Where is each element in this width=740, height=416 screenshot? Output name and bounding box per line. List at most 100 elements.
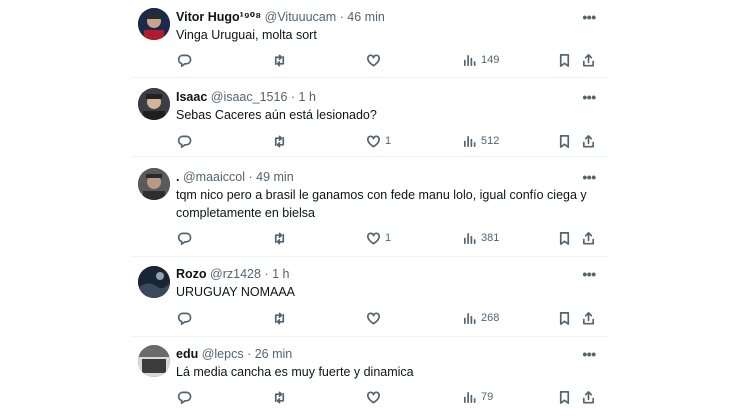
- author-handle[interactable]: @Vituuucam: [265, 10, 337, 24]
- tweet-text: URUGUAY NOMAAA: [176, 285, 296, 299]
- avatar[interactable]: [138, 88, 170, 120]
- reply-tweet[interactable]: Vitor Hugo¹⁹⁰⁸ @Vituuucam · 46 min ••• V…: [131, 0, 609, 78]
- share-icon: [582, 390, 595, 403]
- views-button[interactable]: 79: [462, 388, 493, 406]
- like-button[interactable]: [366, 309, 385, 327]
- separator: ·: [248, 170, 253, 184]
- tweet-text: Lá media cancha es muy fuerte y dinamica: [176, 365, 414, 379]
- bookmark-icon: [559, 53, 570, 67]
- reply-button[interactable]: [177, 309, 196, 327]
- share-button[interactable]: [581, 388, 596, 406]
- heart-icon: [367, 53, 380, 66]
- reply-button[interactable]: [177, 229, 196, 247]
- share-button[interactable]: [581, 229, 596, 247]
- author-handle[interactable]: @lepcs: [202, 347, 244, 361]
- retweet-button[interactable]: [272, 132, 291, 150]
- action-bar: 1 381: [176, 229, 598, 247]
- bookmark-icon: [559, 231, 570, 245]
- retweet-button[interactable]: [272, 229, 291, 247]
- reply-tweet[interactable]: . @maaiccol · 49 min ••• tqm nico pero a…: [131, 157, 609, 257]
- avatar[interactable]: [138, 8, 170, 40]
- share-icon: [582, 231, 595, 244]
- share-button[interactable]: [581, 132, 596, 150]
- bookmark-button[interactable]: [557, 51, 572, 69]
- more-horizontal-icon[interactable]: •••: [581, 170, 597, 186]
- retweet-button[interactable]: [272, 309, 291, 327]
- bookmark-button[interactable]: [557, 132, 572, 150]
- separator: ·: [339, 10, 344, 24]
- avatar[interactable]: [138, 345, 170, 377]
- avatar[interactable]: [138, 168, 170, 200]
- retweet-icon: [274, 312, 285, 324]
- views-button[interactable]: 268: [462, 309, 499, 327]
- more-horizontal-icon[interactable]: •••: [581, 347, 597, 363]
- author-handle[interactable]: @isaac_1516: [211, 90, 288, 104]
- views-button[interactable]: 512: [462, 132, 499, 150]
- heart-icon: [367, 231, 380, 244]
- author-name[interactable]: .: [176, 170, 179, 184]
- share-button[interactable]: [581, 51, 596, 69]
- views-icon: [463, 135, 476, 147]
- views-icon: [463, 232, 476, 244]
- more-horizontal-icon[interactable]: •••: [581, 90, 597, 106]
- tweet-text: Vinga Uruguai, molta sort: [176, 28, 317, 42]
- share-icon: [582, 53, 595, 66]
- retweet-button[interactable]: [272, 388, 291, 406]
- timestamp[interactable]: 1 h: [272, 267, 289, 281]
- reply-button[interactable]: [177, 388, 196, 406]
- like-button[interactable]: [366, 51, 385, 69]
- more-horizontal-icon[interactable]: •••: [581, 267, 597, 283]
- author-handle[interactable]: @maaiccol: [183, 170, 245, 184]
- views-icon: [463, 391, 476, 403]
- views-icon: [463, 312, 476, 324]
- heart-icon: [367, 390, 380, 403]
- reply-button[interactable]: [177, 132, 196, 150]
- like-button[interactable]: 1: [366, 229, 391, 247]
- action-bar: 268: [176, 309, 598, 327]
- retweet-icon: [274, 232, 285, 244]
- views-button[interactable]: 381: [462, 229, 499, 247]
- reply-icon: [177, 232, 192, 245]
- like-button[interactable]: [366, 388, 385, 406]
- separator: ·: [264, 267, 269, 281]
- reply-icon: [177, 135, 192, 148]
- reply-icon: [177, 54, 192, 67]
- author-name[interactable]: Isaac: [176, 90, 207, 104]
- views-icon: [463, 54, 476, 66]
- retweet-icon: [274, 135, 285, 147]
- bookmark-button[interactable]: [557, 229, 572, 247]
- timestamp[interactable]: 49 min: [256, 170, 294, 184]
- action-bar: 1 512: [176, 132, 598, 150]
- author-name[interactable]: Vitor Hugo¹⁹⁰⁸: [176, 10, 261, 24]
- timestamp[interactable]: 1 h: [299, 90, 316, 104]
- action-bar: 79: [176, 388, 598, 406]
- tweet-text: Sebas Caceres aún está lesionado?: [176, 108, 377, 122]
- action-bar: 149: [176, 51, 598, 69]
- heart-icon: [367, 134, 380, 147]
- retweet-icon: [274, 391, 285, 403]
- retweet-button[interactable]: [272, 51, 291, 69]
- timestamp[interactable]: 26 min: [255, 347, 293, 361]
- avatar[interactable]: [138, 266, 170, 298]
- separator: ·: [247, 347, 252, 361]
- reply-icon: [177, 391, 192, 404]
- bookmark-button[interactable]: [557, 309, 572, 327]
- reply-button[interactable]: [177, 51, 196, 69]
- share-icon: [582, 311, 595, 324]
- reply-tweet[interactable]: Rozo @rz1428 · 1 h ••• URUGUAY NOMAAA 26…: [131, 257, 609, 337]
- more-horizontal-icon[interactable]: •••: [581, 10, 597, 26]
- like-count: 1: [385, 232, 392, 244]
- author-handle[interactable]: @rz1428: [210, 267, 261, 281]
- like-button[interactable]: 1: [366, 132, 391, 150]
- heart-icon: [367, 311, 380, 324]
- tweet-text: tqm nico pero a brasil le ganamos con fe…: [176, 188, 587, 220]
- bookmark-button[interactable]: [557, 388, 572, 406]
- reply-tweet[interactable]: edu @lepcs · 26 min ••• Lá media cancha …: [131, 337, 609, 416]
- timestamp[interactable]: 46 min: [347, 10, 385, 24]
- view-count: 512: [481, 135, 500, 147]
- views-button[interactable]: 149: [462, 51, 499, 69]
- reply-tweet[interactable]: Isaac @isaac_1516 · 1 h ••• Sebas Cacere…: [131, 78, 609, 157]
- author-name[interactable]: edu: [176, 347, 198, 361]
- share-button[interactable]: [581, 309, 596, 327]
- author-name[interactable]: Rozo: [176, 267, 207, 281]
